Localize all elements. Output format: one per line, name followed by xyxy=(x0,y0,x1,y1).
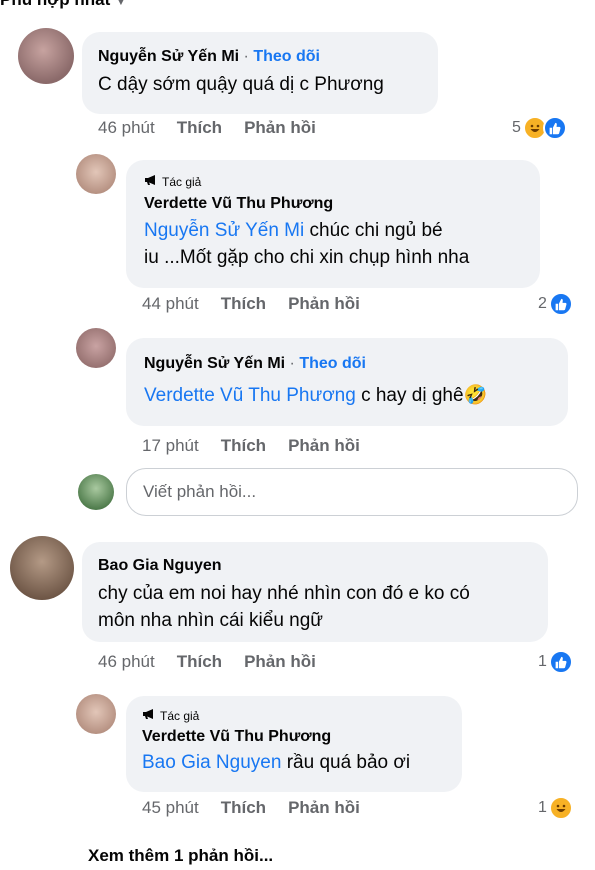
megaphone-icon xyxy=(144,174,158,190)
avatar[interactable] xyxy=(76,154,116,194)
author-badge: Tác giả xyxy=(144,174,522,190)
follow-link[interactable]: Theo dõi xyxy=(253,48,320,65)
reply-placeholder: Viết phản hồi... xyxy=(143,482,257,501)
avatar[interactable] xyxy=(76,328,116,368)
commenter-name[interactable]: Nguyễn Sử Yến Mi xyxy=(144,355,285,372)
mention-link[interactable]: Nguyễn Sử Yến Mi xyxy=(144,220,304,241)
comment-bubble: Nguyễn Sử Yến Mi · Theo dõi C dậy sớm qu… xyxy=(82,32,438,114)
like-button[interactable]: Thích xyxy=(221,798,266,818)
reaction-count: 2 xyxy=(538,295,547,312)
haha-icon xyxy=(548,796,573,820)
timestamp[interactable]: 45 phút xyxy=(142,798,199,818)
comment-bubble: Tác giả Verdette Vũ Thu Phương Bao Gia N… xyxy=(126,696,462,792)
commenter-name[interactable]: Bao Gia Nguyen xyxy=(98,556,532,576)
avatar[interactable] xyxy=(10,536,74,600)
like-button[interactable]: Thích xyxy=(177,118,222,138)
comment-bubble: Nguyễn Sử Yến Mi · Theo dõi Verdette Vũ … xyxy=(126,338,568,426)
reaction-summary[interactable]: 5 xyxy=(512,116,567,140)
avatar xyxy=(78,474,114,510)
mention-link[interactable]: Verdette Vũ Thu Phương xyxy=(144,385,356,406)
reply-button[interactable]: Phản hồi xyxy=(244,118,316,138)
commenter-name[interactable]: Nguyễn Sử Yến Mi xyxy=(98,48,239,65)
mention-link[interactable]: Bao Gia Nguyen xyxy=(142,752,281,773)
reply-button[interactable]: Phản hồi xyxy=(288,436,360,456)
avatar[interactable] xyxy=(76,694,116,734)
sort-dropdown[interactable]: Phù hợp nhất ▼ xyxy=(0,0,127,10)
reaction-count: 5 xyxy=(512,119,521,136)
timestamp[interactable]: 17 phút xyxy=(142,436,199,456)
comment-text: C dậy sớm quậy quá dị c Phương xyxy=(98,74,384,95)
like-icon xyxy=(548,292,573,316)
author-badge: Tác giả xyxy=(142,708,446,724)
like-icon xyxy=(542,116,567,140)
avatar[interactable] xyxy=(18,28,74,84)
megaphone-icon xyxy=(142,708,156,724)
commenter-name[interactable]: Verdette Vũ Thu Phương xyxy=(144,194,522,214)
reply-button[interactable]: Phản hồi xyxy=(244,652,316,672)
like-button[interactable]: Thích xyxy=(177,652,222,672)
comment-actions: 46 phút Thích Phản hồi xyxy=(98,118,316,138)
comment-actions: 44 phút Thích Phản hồi xyxy=(142,294,360,314)
comment-actions: 46 phút Thích Phản hồi xyxy=(98,652,316,672)
reply-button[interactable]: Phản hồi xyxy=(288,294,360,314)
timestamp[interactable]: 46 phút xyxy=(98,652,155,672)
like-button[interactable]: Thích xyxy=(221,294,266,314)
timestamp[interactable]: 46 phút xyxy=(98,118,155,138)
comment-actions: 17 phút Thích Phản hồi xyxy=(142,436,360,456)
comment-text: c hay dị ghê🤣 xyxy=(355,385,488,406)
sort-label: Phù hợp nhất xyxy=(0,0,110,9)
view-more-replies-link[interactable]: Xem thêm 1 phản hồi... xyxy=(88,846,273,866)
reaction-summary[interactable]: 2 xyxy=(538,292,573,316)
comment-actions: 45 phút Thích Phản hồi xyxy=(142,798,360,818)
comment-text: chúc chi ngủ bé xyxy=(304,220,443,241)
follow-link[interactable]: Theo dõi xyxy=(299,355,366,372)
reaction-summary[interactable]: 1 xyxy=(538,650,573,674)
comment-text: iu ...Mốt gặp cho chi xin chụp hình nha xyxy=(144,247,470,268)
reaction-summary[interactable]: 1 xyxy=(538,796,573,820)
reply-input[interactable]: Viết phản hồi... xyxy=(126,468,578,516)
reaction-count: 1 xyxy=(538,653,547,670)
reaction-count: 1 xyxy=(538,799,547,816)
comment-text: chy của em noi hay nhé nhìn con đó e ko … xyxy=(98,583,470,604)
like-icon xyxy=(548,650,573,674)
reply-button[interactable]: Phản hồi xyxy=(288,798,360,818)
chevron-down-icon: ▼ xyxy=(115,0,127,8)
commenter-name[interactable]: Verdette Vũ Thu Phương xyxy=(142,727,446,747)
comment-bubble: Bao Gia Nguyen chy của em noi hay nhé nh… xyxy=(82,542,548,642)
comment-bubble: Tác giả Verdette Vũ Thu Phương Nguyễn Sử… xyxy=(126,160,540,288)
comment-text: rầu quá bảo ơi xyxy=(281,752,411,773)
like-button[interactable]: Thích xyxy=(221,436,266,456)
comment-text: môn nha nhìn cái kiểu ngữ xyxy=(98,610,324,631)
timestamp[interactable]: 44 phút xyxy=(142,294,199,314)
